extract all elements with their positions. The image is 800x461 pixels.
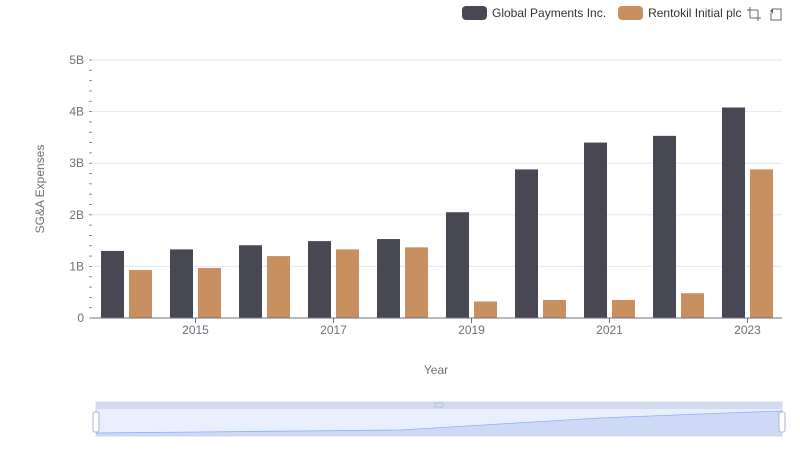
zoom-reset-icon[interactable] [768, 6, 784, 22]
bar-rentokil-2021[interactable] [612, 299, 635, 318]
bar-global-payments-2015[interactable] [170, 249, 193, 318]
bars[interactable] [101, 107, 773, 318]
x-tick-label: 2017 [320, 323, 347, 337]
bar-global-payments-2019[interactable] [446, 212, 469, 318]
bar-rentokil-2017[interactable] [336, 249, 359, 318]
bar-global-payments-2020[interactable] [515, 169, 538, 318]
legend-item-rentokil[interactable]: Rentokil Initial plc [618, 6, 741, 20]
x-axis-title: Year [424, 363, 448, 377]
bar-rentokil-2016[interactable] [267, 256, 290, 318]
y-axis: 0 1B 2B 3B 4B 5B [69, 53, 92, 325]
y-axis-title: SG&A Expenses [33, 145, 47, 234]
y-tick-label: 3B [69, 156, 84, 170]
legend-label-global-payments: Global Payments Inc. [492, 6, 607, 20]
y-tick-label: 1B [69, 259, 84, 273]
bar-global-payments-2023[interactable] [722, 107, 745, 318]
chart: 0 1B 2B 3B 4B 5B 2015 2017 2019 2021 2023 Year SG… [33, 53, 786, 437]
x-axis: 2015 2017 2019 2021 2023 [92, 317, 782, 337]
bar-global-payments-2022[interactable] [653, 135, 676, 318]
y-tick-label: 2B [69, 208, 84, 222]
data-zoom-handle-left[interactable] [92, 411, 100, 433]
legend-item-global-payments[interactable]: Global Payments Inc. [462, 6, 606, 20]
bar-rentokil-2015[interactable] [198, 267, 221, 318]
bar-rentokil-2018[interactable] [405, 247, 428, 318]
toolbox [746, 6, 784, 22]
data-zoom-handle-right[interactable] [778, 411, 786, 433]
bar-rentokil-2014[interactable] [129, 270, 152, 318]
bar-global-payments-2017[interactable] [308, 241, 331, 318]
x-tick-label: 2019 [458, 323, 485, 337]
bar-global-payments-2016[interactable] [239, 245, 262, 318]
y-tick-label: 5B [69, 53, 84, 67]
legend-swatch-rentokil [618, 6, 644, 20]
bar-rentokil-2022[interactable] [681, 293, 704, 318]
legend-label-rentokil: Rentokil Initial plc [648, 6, 742, 20]
bar-global-payments-2014[interactable] [101, 250, 124, 318]
legend: Global Payments Inc. Rentokil Initial pl… [462, 4, 753, 22]
legend-swatch-global-payments [462, 6, 487, 20]
bar-rentokil-2020[interactable] [543, 299, 566, 318]
bar-global-payments-2018[interactable] [377, 239, 400, 318]
bar-rentokil-2023[interactable] [750, 169, 773, 318]
x-tick-label: 2021 [596, 323, 623, 337]
zoom-icon[interactable] [746, 6, 762, 22]
x-tick-label: 2023 [734, 323, 761, 337]
grid-lines [92, 59, 782, 319]
data-zoom-slider[interactable] [92, 401, 786, 437]
bar-global-payments-2021[interactable] [584, 142, 607, 318]
y-tick-label: 4B [69, 105, 84, 119]
y-tick-label: 0 [77, 311, 84, 325]
bar-rentokil-2019[interactable] [474, 301, 497, 318]
x-tick-label: 2015 [182, 323, 209, 337]
